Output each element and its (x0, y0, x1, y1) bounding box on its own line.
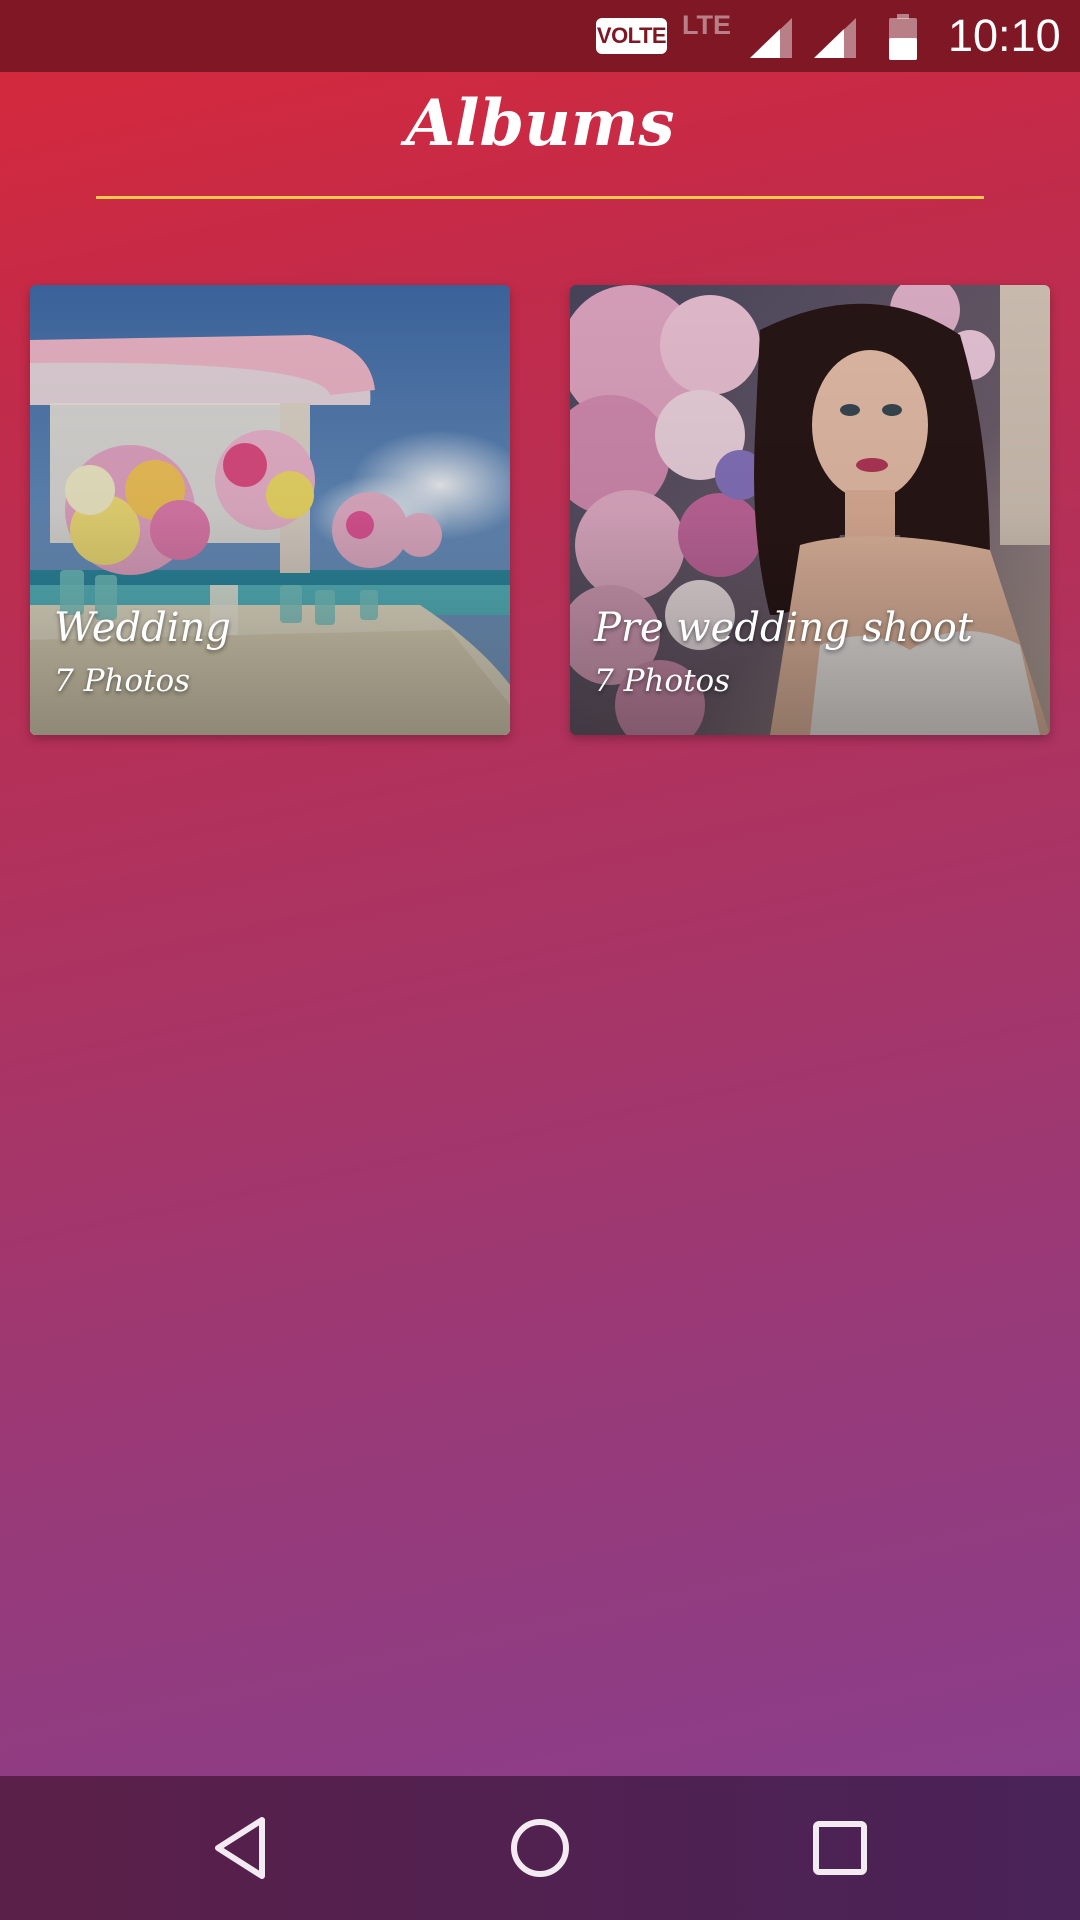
album-title: Wedding (54, 605, 231, 651)
title-underline (96, 196, 984, 199)
home-icon[interactable] (500, 1808, 580, 1888)
clock: 10:10 (948, 10, 1061, 61)
album-photo-count: 7 Photos (594, 663, 731, 699)
lte-label: LTE (682, 10, 731, 40)
battery-icon (889, 14, 917, 60)
signal-icon (814, 18, 856, 58)
status-bar: VOLTE LTE 10:10 (0, 0, 1080, 72)
page-title: Albums (405, 86, 675, 161)
album-card-pre-wedding-shoot[interactable]: Pre wedding shoot 7 Photos (570, 285, 1050, 735)
signal-icon (750, 18, 792, 58)
volte-badge: VOLTE (596, 18, 667, 54)
album-photo-count: 7 Photos (54, 663, 191, 699)
back-icon[interactable] (200, 1808, 280, 1888)
album-card-wedding[interactable]: Wedding 7 Photos (30, 285, 510, 735)
navigation-bar (0, 1776, 1080, 1920)
album-title: Pre wedding shoot (594, 605, 973, 651)
recents-icon[interactable] (800, 1808, 880, 1888)
